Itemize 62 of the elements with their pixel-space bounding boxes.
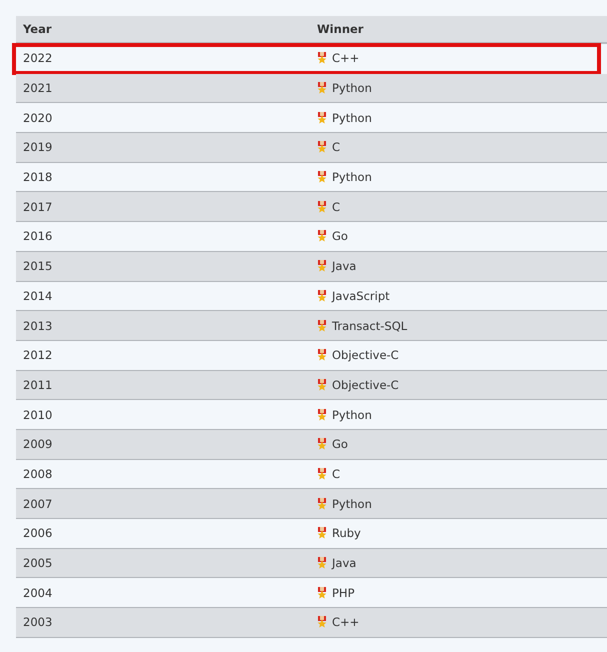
winner-cell: Go: [332, 229, 348, 244]
year-cell-text: 2006: [22, 526, 54, 540]
medal-icon: [317, 52, 327, 64]
medal-icon: [317, 557, 327, 570]
medal-icon: [317, 141, 327, 154]
winner-cell: Ruby: [332, 526, 361, 540]
winner-cell: Java: [332, 259, 356, 274]
year-cell-text: 2009: [22, 437, 54, 452]
year-cell-text: 2020: [22, 110, 54, 125]
year-cell-text: 2004: [22, 586, 54, 600]
year-cell-text: 2021: [22, 81, 54, 96]
winner-cell: Python: [332, 496, 372, 511]
year-cell-text: 2010: [22, 408, 54, 422]
winner-cell: C: [332, 466, 340, 481]
winner-cell: Python: [332, 170, 372, 184]
medal-icon: [317, 290, 327, 302]
winner-cell: C: [332, 200, 340, 214]
medal-icon: [317, 378, 327, 391]
year-cell-text: 2005: [22, 556, 54, 570]
medal-icon: [317, 230, 327, 242]
medal-icon: [317, 349, 327, 362]
medal-icon: [317, 260, 327, 272]
year-cell-text: 2012: [22, 348, 54, 362]
year-cell-text: 2018: [22, 170, 54, 184]
medal-icon: [317, 82, 327, 94]
year-cell-text: 2017: [22, 200, 54, 214]
year-cell-text: 2013: [22, 318, 54, 333]
winner-cell: JavaScript: [332, 288, 390, 303]
year-cell-text: 2007: [22, 496, 54, 511]
column-header: Winner: [316, 22, 364, 36]
winner-cell: C++: [332, 51, 360, 66]
medal-icon: [317, 320, 327, 332]
year-cell-text: 2008: [22, 466, 54, 481]
medal-icon: [317, 171, 327, 184]
winner-cell: Python: [332, 81, 372, 96]
medal-icon: [317, 408, 327, 421]
winner-cell: Objective-C: [332, 378, 399, 392]
year-cell-text: 2019: [22, 140, 54, 154]
winner-cell: PHP: [332, 586, 355, 600]
winner-cell: Transact-SQL: [332, 318, 408, 333]
column-header: Year: [22, 22, 53, 36]
winner-cell: Python: [332, 408, 372, 422]
medal-icon: [317, 200, 327, 213]
winner-cell: Go: [332, 437, 348, 452]
year-cell-text: 2011: [22, 378, 54, 392]
year-cell-text: 2014: [22, 288, 54, 303]
year-cell-text: 2022: [22, 51, 54, 66]
medal-icon: [317, 468, 327, 480]
winner-cell: Objective-C: [332, 348, 399, 362]
year-cell-text: 2003: [22, 615, 54, 630]
winner-cell: Java: [332, 556, 356, 570]
medal-icon: [317, 616, 327, 628]
medal-icon: [317, 112, 327, 124]
medal-icon: [317, 527, 327, 540]
year-cell-text: 2015: [22, 259, 54, 274]
medal-icon: [317, 438, 327, 450]
medal-icon: [317, 498, 327, 510]
winner-cell: C++: [332, 615, 360, 630]
winner-cell: Python: [332, 110, 372, 125]
year-cell-text: 2016: [22, 229, 54, 244]
medal-icon: [317, 586, 327, 599]
winner-cell: C: [332, 140, 340, 154]
